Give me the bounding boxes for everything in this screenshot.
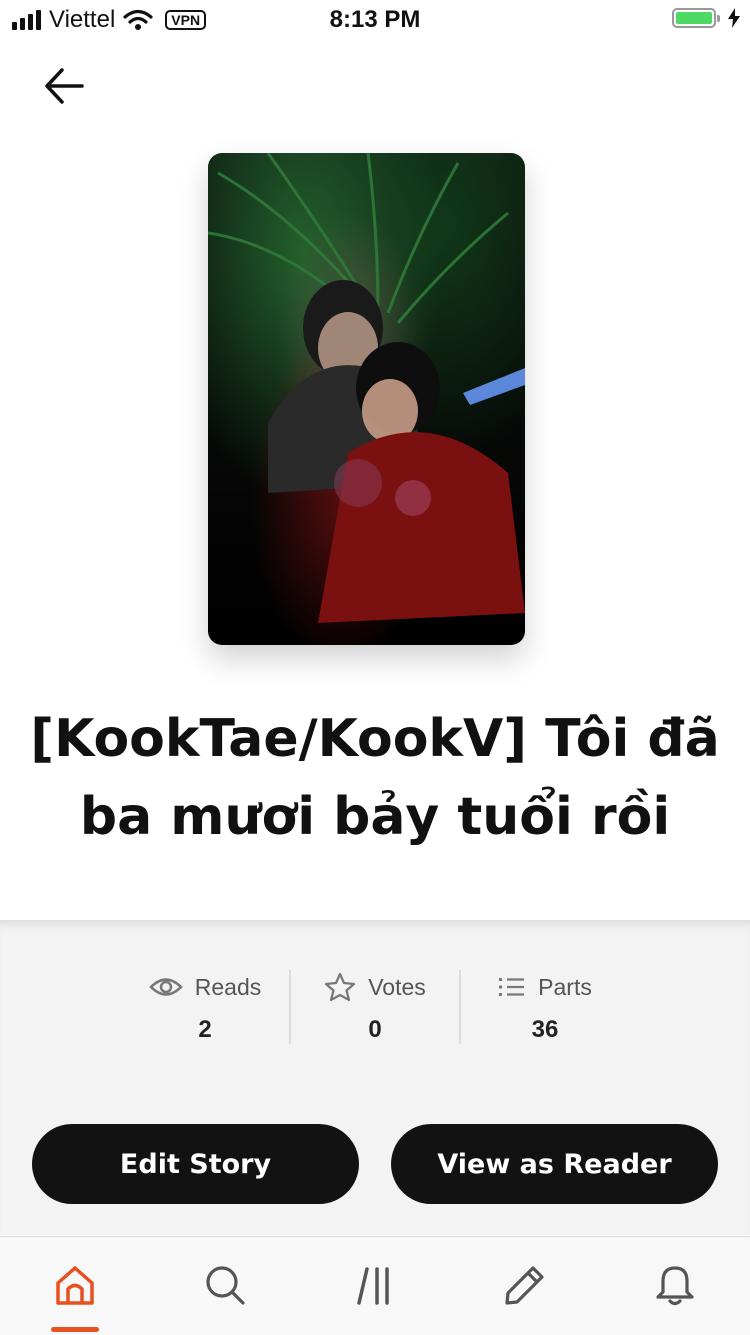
arrow-left-icon <box>45 68 84 104</box>
active-tab-indicator <box>51 1327 99 1332</box>
cover-artwork <box>208 153 525 623</box>
stat-reads: Reads 2 <box>120 970 290 1044</box>
home-icon <box>56 1266 94 1305</box>
view-as-reader-button[interactable]: View as Reader <box>391 1124 718 1204</box>
stat-votes: Votes 0 <box>290 970 460 1044</box>
bell-icon <box>656 1266 694 1306</box>
stat-parts-value: 36 <box>531 1016 559 1043</box>
stat-parts-head: Parts <box>460 970 630 1004</box>
star-icon <box>325 972 356 1002</box>
battery-level <box>676 12 712 24</box>
search-icon <box>206 1266 245 1305</box>
status-bar: Viettel VPN 8:13 PM <box>0 0 750 40</box>
stat-parts-label: Parts <box>538 973 592 1000</box>
pencil-icon <box>505 1266 544 1305</box>
charging-bolt-icon <box>728 8 740 28</box>
tab-home[interactable] <box>47 1257 103 1313</box>
stat-votes-label: Votes <box>368 973 426 1000</box>
story-cover-image <box>208 153 525 645</box>
library-icon <box>357 1267 389 1305</box>
bottom-tab-bar <box>0 1236 750 1335</box>
stat-reads-label: Reads <box>194 973 262 1000</box>
story-title: [KookTae/KookV] Tôi đã ba mươi bảy tuổi … <box>30 709 720 847</box>
status-right <box>672 8 740 28</box>
stat-votes-value: 0 <box>368 1016 382 1043</box>
tab-search[interactable] <box>197 1257 253 1313</box>
stat-votes-head: Votes <box>290 970 460 1004</box>
battery-icon <box>672 8 720 28</box>
eye-icon <box>148 978 183 996</box>
status-time: 8:13 PM <box>329 6 421 33</box>
edit-story-button[interactable]: Edit Story <box>32 1124 359 1204</box>
tab-notifications[interactable] <box>647 1257 703 1313</box>
stat-reads-head: Reads <box>120 970 290 1004</box>
tab-write[interactable] <box>497 1257 553 1313</box>
tab-library[interactable] <box>347 1257 403 1313</box>
list-icon <box>499 978 525 996</box>
back-button[interactable] <box>36 58 92 114</box>
stat-reads-value: 2 <box>198 1016 212 1043</box>
stats-panel: Reads 2 Votes 0 Parts 36 Edit Story View… <box>0 920 750 1235</box>
stat-parts: Parts 36 <box>460 970 630 1044</box>
